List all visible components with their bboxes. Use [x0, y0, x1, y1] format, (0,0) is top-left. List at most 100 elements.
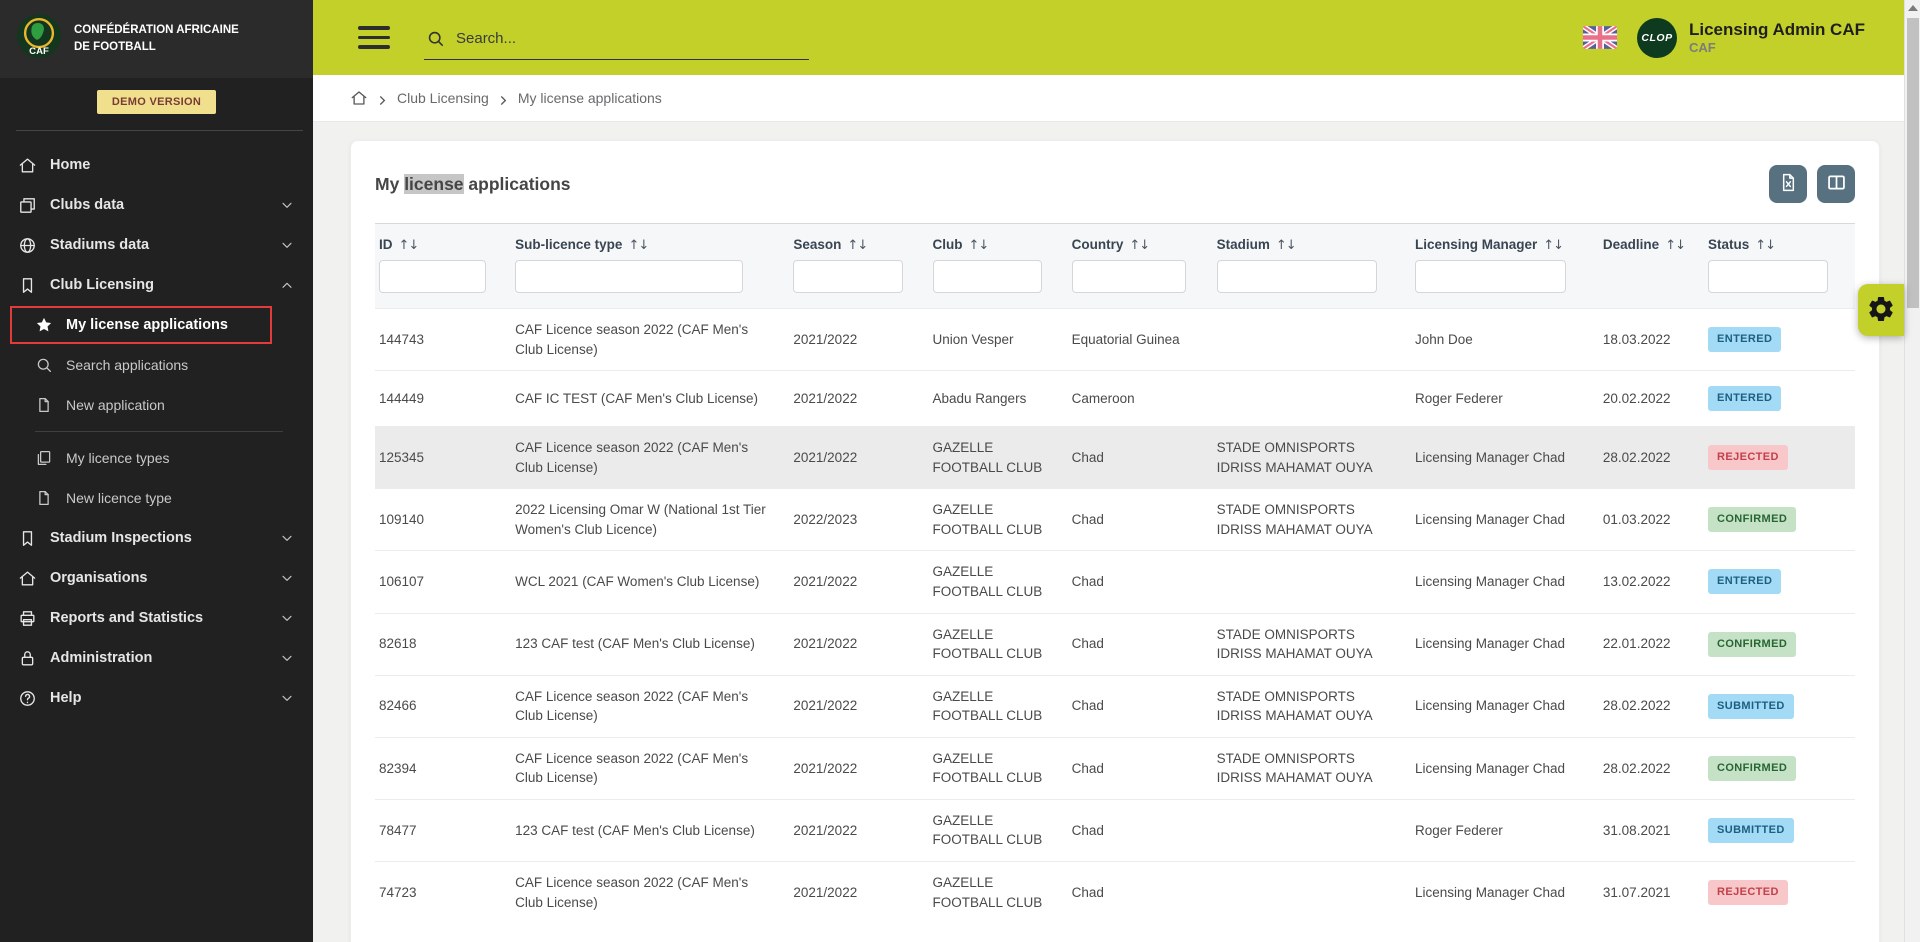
table-row[interactable]: 82466 CAF Licence season 2022 (CAF Men's … — [375, 674, 1855, 737]
cell-deadline: 28.02.2022 — [1598, 426, 1704, 489]
table-row[interactable]: 82618 123 CAF test (CAF Men's Club Licens… — [375, 612, 1855, 675]
column-header-type[interactable]: Sub-licence type ↑↓ — [511, 223, 790, 255]
filter-type-input[interactable] — [515, 260, 744, 293]
cell-season: 2021/2022 — [789, 550, 929, 612]
column-header-deadline[interactable]: Deadline ↑↓ — [1598, 223, 1704, 255]
search-icon — [35, 356, 53, 374]
cell-id: 144449 — [375, 370, 512, 426]
filter-id-input[interactable] — [379, 260, 487, 293]
table-row[interactable]: 106107 WCL 2021 (CAF Women's Club License… — [375, 550, 1855, 612]
topbar-right: CLOP Licensing Admin CAF CAF — [1583, 17, 1865, 58]
filter-manager-input[interactable] — [1414, 260, 1567, 293]
cell-type: WCL 2021 (CAF Women's Club License) — [511, 550, 790, 612]
table-row[interactable]: 125345 CAF Licence season 2022 (CAF Men's… — [375, 426, 1855, 489]
cell-season: 2021/2022 — [789, 736, 929, 799]
sidebar-item-stadiums-data[interactable]: Stadiums data — [0, 225, 313, 265]
settings-gear-button[interactable] — [1858, 284, 1904, 336]
chevron-up-icon — [279, 277, 295, 293]
sort-arrows-icon[interactable]: ↑↓ — [1543, 238, 1564, 253]
sidebar-item-label: Reports and Statistics — [50, 610, 204, 626]
export-excel-button[interactable] — [1769, 165, 1807, 203]
settings-gear-icon — [1866, 294, 1896, 327]
home-icon[interactable] — [350, 89, 368, 107]
column-label: Licensing Manager — [1414, 237, 1538, 252]
column-header-club[interactable]: Club ↑↓ — [928, 223, 1068, 255]
column-header-id[interactable]: ID ↑↓ — [375, 223, 512, 255]
breadcrumb-club-licensing[interactable]: Club Licensing — [397, 90, 489, 106]
sidebar-item-new-licence-type[interactable]: New licence type — [0, 478, 313, 518]
sidebar-item-label: Club Licensing — [50, 277, 154, 293]
cell-country: Chad — [1067, 861, 1213, 923]
sort-arrows-icon[interactable]: ↑↓ — [847, 238, 868, 253]
sidebar-item-search-applications[interactable]: Search applications — [0, 345, 313, 385]
columns-button[interactable] — [1817, 165, 1855, 203]
search-highlight: license — [404, 173, 464, 194]
sidebar-item-home[interactable]: Home — [0, 145, 313, 185]
cell-season: 2022/2023 — [789, 488, 929, 550]
scrollbar-up-arrow-icon[interactable] — [1908, 5, 1918, 11]
column-header-manager[interactable]: Licensing Manager ↑↓ — [1410, 223, 1599, 255]
column-label: ID — [379, 237, 393, 252]
sidebar-item-label: Administration — [50, 650, 153, 666]
sort-arrows-icon[interactable]: ↑↓ — [399, 238, 420, 253]
cell-season: 2021/2022 — [789, 308, 929, 370]
cell-stadium: STADE OMNISPORTS IDRISS MAHAMAT OUYA — [1212, 426, 1411, 489]
cell-id: 106107 — [375, 550, 512, 612]
user-org: CAF — [1689, 40, 1716, 56]
sidebar-item-new-application[interactable]: New application — [0, 385, 313, 425]
filter-cell-id — [375, 255, 512, 308]
column-header-status[interactable]: Status ↑↓ — [1703, 223, 1855, 255]
table-row[interactable]: 74723 CAF Licence season 2022 (CAF Men's … — [375, 861, 1855, 923]
table-row[interactable]: 144743 CAF Licence season 2022 (CAF Men's… — [375, 308, 1855, 370]
sort-arrows-icon[interactable]: ↑↓ — [969, 238, 990, 253]
table-row[interactable]: 82394 CAF Licence season 2022 (CAF Men's … — [375, 736, 1855, 799]
filter-club-input[interactable] — [932, 260, 1043, 293]
sort-arrows-icon[interactable]: ↑↓ — [628, 238, 649, 253]
table-row[interactable]: 109140 2022 Licensing Omar W (National 1s… — [375, 488, 1855, 550]
cell-id: 125345 — [375, 426, 512, 489]
sidebar-item-club-licensing[interactable]: Club Licensing — [0, 265, 313, 305]
sidebar-item-my-licence-types[interactable]: My licence types — [0, 438, 313, 478]
page-scrollbar[interactable] — [1904, 0, 1920, 942]
filter-status-input[interactable] — [1707, 260, 1828, 293]
sort-arrows-icon[interactable]: ↑↓ — [1665, 238, 1686, 253]
breadcrumb-current-page: My license applications — [517, 90, 662, 106]
file-icon — [35, 489, 53, 507]
filter-country-input[interactable] — [1071, 260, 1187, 293]
sidebar-item-help[interactable]: Help — [0, 678, 313, 718]
sidebar-item-organisations[interactable]: Organisations — [0, 558, 313, 598]
content-area: My license applications ID ↑↓ Sub-licenc… — [313, 122, 1920, 942]
chevron-down-icon — [279, 690, 295, 706]
column-header-country[interactable]: Country ↑↓ — [1067, 223, 1213, 255]
status-badge: ENTERED — [1707, 569, 1782, 595]
column-header-stadium[interactable]: Stadium ↑↓ — [1212, 223, 1411, 255]
sidebar-item-stadium-inspections[interactable]: Stadium Inspections — [0, 518, 313, 558]
user-menu[interactable]: CLOP Licensing Admin CAF CAF — [1637, 17, 1865, 58]
sort-arrows-icon[interactable]: ↑↓ — [1129, 238, 1150, 253]
column-header-season[interactable]: Season ↑↓ — [789, 223, 929, 255]
globe-icon — [18, 236, 37, 255]
uk-flag-icon[interactable] — [1583, 26, 1617, 49]
cell-id: 82466 — [375, 674, 512, 737]
cell-manager: Licensing Manager Chad — [1410, 550, 1599, 612]
column-label: Deadline — [1602, 237, 1660, 252]
sidebar-item-my-license-applications[interactable]: My license applications — [10, 306, 272, 344]
sort-arrows-icon[interactable]: ↑↓ — [1755, 238, 1776, 253]
user-name: Licensing Admin CAF — [1689, 19, 1865, 39]
sidebar-item-clubs-data[interactable]: Clubs data — [0, 185, 313, 225]
sidebar-item-reports-and-statistics[interactable]: Reports and Statistics — [0, 598, 313, 638]
sidebar-item-administration[interactable]: Administration — [0, 638, 313, 678]
cell-club: GAZELLE FOOTBALL CLUB — [928, 736, 1068, 799]
filter-stadium-input[interactable] — [1216, 260, 1377, 293]
table-row[interactable]: 78477 123 CAF test (CAF Men's Club Licens… — [375, 798, 1855, 861]
table-row[interactable]: 144449 CAF IC TEST (CAF Men's Club Licens… — [375, 370, 1855, 426]
filter-season-input[interactable] — [793, 260, 904, 293]
status-badge: CONFIRMED — [1707, 631, 1797, 657]
sort-arrows-icon[interactable]: ↑↓ — [1276, 238, 1297, 253]
hamburger-menu-icon[interactable] — [358, 26, 390, 49]
cell-club: GAZELLE FOOTBALL CLUB — [928, 861, 1068, 923]
search-input[interactable] — [456, 30, 805, 47]
cell-deadline: 20.02.2022 — [1598, 370, 1704, 426]
scrollbar-thumb[interactable] — [1907, 18, 1919, 308]
sidebar-item-label: My licence types — [66, 450, 170, 466]
